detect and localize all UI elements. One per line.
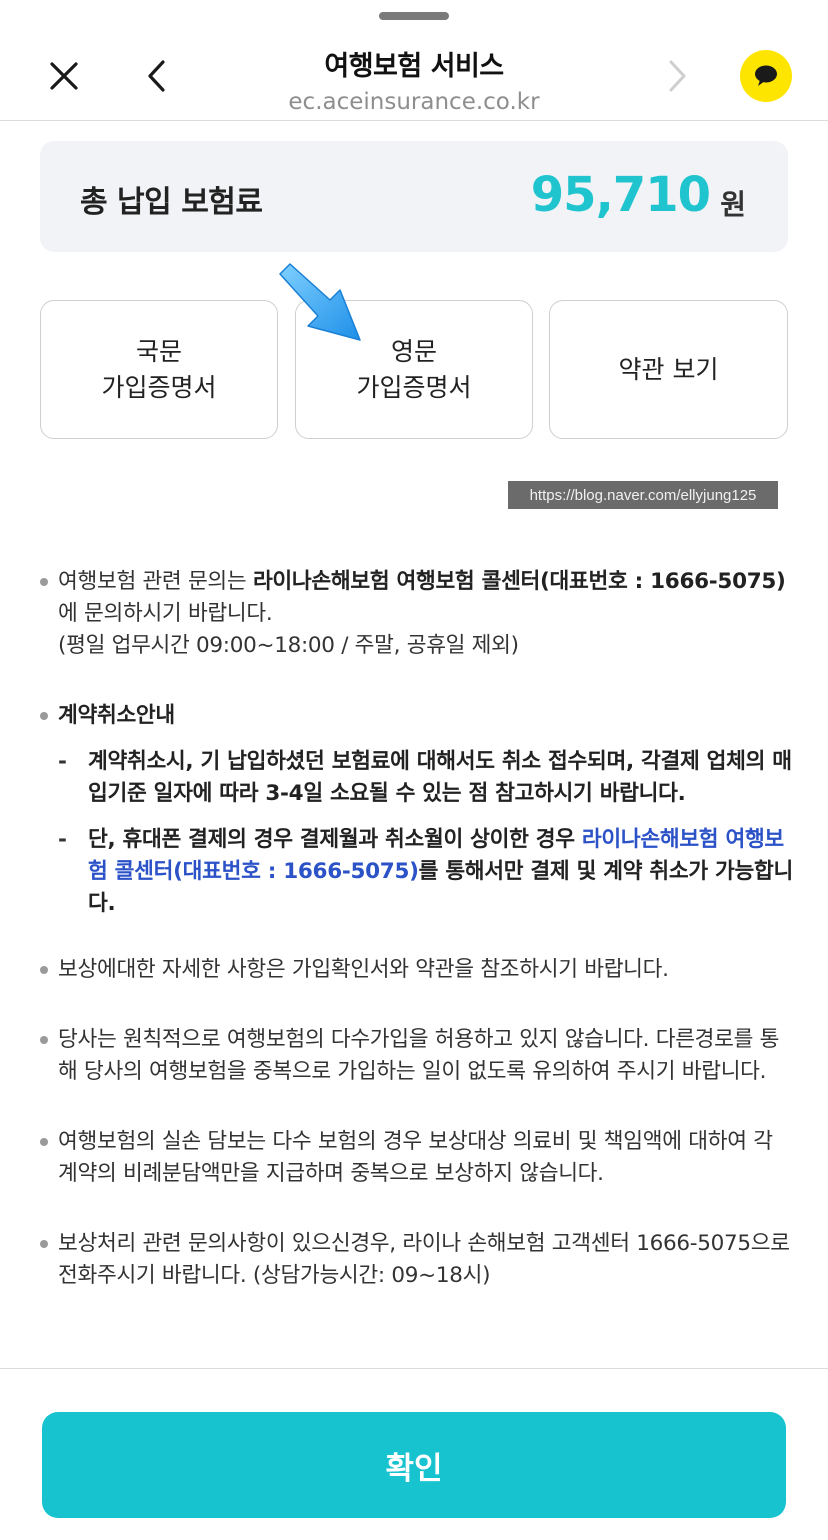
cancellation-title: 계약취소안내 [58,703,175,728]
forward-button[interactable] [650,48,706,104]
chevron-left-icon [148,60,165,92]
total-premium-card: 총 납입 보험료 95,710 원 [40,141,788,252]
view-terms-button[interactable]: 약관 보기 [549,300,788,439]
notice-list: 여행보험 관련 문의는 라이나손해보험 여행보험 콜센터(대표번호 : 1666… [38,566,798,1330]
notice-item-inquiry: 여행보험 관련 문의는 라이나손해보험 여행보험 콜센터(대표번호 : 1666… [38,566,798,662]
page-url: ec.aceinsurance.co.kr [288,89,540,115]
notice-item-claims-contact: 보상처리 관련 문의사항이 있으신경우, 라이나 손해보험 고객센터 1666-… [38,1228,798,1292]
confirm-button[interactable]: 확인 [42,1412,786,1518]
kakao-talk-button[interactable] [740,50,792,102]
korean-certificate-label-1: 국문 [135,336,182,366]
korean-certificate-button[interactable]: 국문 가입증명서 [40,300,278,439]
english-certificate-label-1: 영문 [390,336,437,366]
english-certificate-label-2: 가입증명서 [356,372,472,402]
pointer-arrow-icon [279,263,361,341]
notice-item-multiple-enrollment: 당사는 원칙적으로 여행보험의 다수가입을 허용하고 있지 않습니다. 다른경로… [38,1024,798,1088]
notice-item-cancellation: 계약취소안내 - 계약취소시, 기 납입하셨던 보험료에 대해서도 취소 접수되… [38,700,798,920]
blog-watermark: https://blog.naver.com/ellyjung125 [508,481,778,509]
view-terms-label: 약관 보기 [618,354,719,384]
back-button[interactable] [128,48,184,104]
bottom-divider [0,1368,828,1369]
top-navigation-bar: 여행보험 서비스 ec.aceinsurance.co.kr [0,0,828,121]
cancellation-detail-1: - 계약취소시, 기 납입하셨던 보험료에 대해서도 취소 접수되며, 각결제 … [58,749,792,806]
notice-item-compensation: 보상에대한 자세한 사항은 가입확인서와 약관을 참조하시기 바랍니다. [38,954,798,986]
total-premium-amount: 95,710 [530,167,711,223]
notice-item-indemnity: 여행보험의 실손 담보는 다수 보험의 경우 보상대상 의료비 및 책임액에 대… [38,1126,798,1190]
cancellation-detail-2: - 단, 휴대폰 결제의 경우 결제월과 취소월이 상이한 경우 라이나손해보험… [58,827,793,916]
total-premium-label: 총 납입 보험료 [80,185,263,220]
business-hours: (평일 업무시간 09:00~18:00 / 주말, 공휴일 제외) [58,633,519,658]
page-title-area: 여행보험 서비스 ec.aceinsurance.co.kr [200,44,628,115]
chevron-right-icon [669,60,686,92]
page-title: 여행보험 서비스 [324,51,504,82]
speech-bubble-icon [755,65,777,86]
korean-certificate-label-2: 가입증명서 [101,372,217,402]
close-button[interactable] [36,48,92,104]
close-icon [50,62,78,90]
currency-unit: 원 [720,188,746,221]
bottom-sheet: 여행보험 서비스 ec.aceinsurance.co.kr 총 납입 보험료 … [0,0,828,1540]
